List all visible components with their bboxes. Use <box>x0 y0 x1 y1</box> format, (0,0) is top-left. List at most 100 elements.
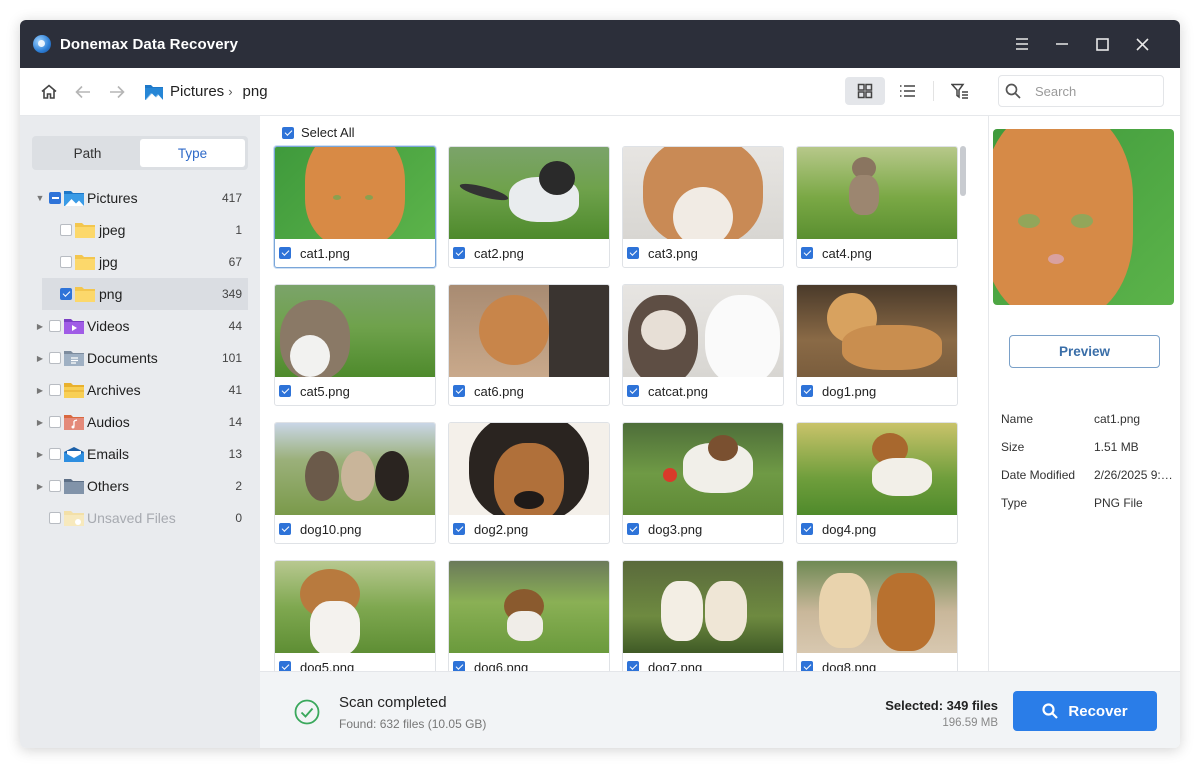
checkbox-pictures[interactable] <box>49 192 61 204</box>
file-card[interactable]: dog4.png <box>796 422 958 544</box>
search-input[interactable] <box>1035 83 1145 99</box>
file-checkbox[interactable] <box>801 385 813 397</box>
file-card[interactable]: cat2.png <box>448 146 610 268</box>
tree-item-videos[interactable]: ▶ Videos 44 <box>20 310 260 342</box>
checkbox-jpeg[interactable] <box>60 224 72 236</box>
tree-count: 44 <box>228 319 242 333</box>
tree-item-unsaved-files[interactable]: Unsaved Files 0 <box>20 502 260 534</box>
filter-button[interactable] <box>940 77 980 105</box>
list-view-button[interactable] <box>887 77 927 105</box>
file-checkbox[interactable] <box>453 523 465 535</box>
tab-type[interactable]: Type <box>140 139 245 167</box>
select-all-checkbox[interactable]: Select All <box>282 125 354 140</box>
file-checkbox[interactable] <box>453 661 465 671</box>
file-checkbox[interactable] <box>627 385 639 397</box>
tree-item-archives[interactable]: ▶ Archives 41 <box>20 374 260 406</box>
tree-item-documents[interactable]: ▶ Documents 101 <box>20 342 260 374</box>
breadcrumb-png[interactable]: png <box>243 83 268 100</box>
file-checkbox[interactable] <box>279 247 291 259</box>
file-card[interactable]: cat5.png <box>274 284 436 406</box>
back-button[interactable] <box>66 75 100 109</box>
file-card[interactable]: cat1.png <box>274 146 436 268</box>
toolbar-divider <box>933 81 934 101</box>
checkbox-audios[interactable] <box>49 416 61 428</box>
checkbox-emails[interactable] <box>49 448 61 460</box>
tree-item-emails[interactable]: ▶ Emails 13 <box>20 438 260 470</box>
preview-button[interactable]: Preview <box>1009 335 1160 368</box>
tree-item-others[interactable]: ▶ Others 2 <box>20 470 260 502</box>
tree-label: Others <box>87 478 130 494</box>
arrow-left-icon <box>75 85 90 98</box>
tree-item-pictures[interactable]: ▼ Pictures 417 <box>20 182 260 214</box>
maximize-button[interactable] <box>1082 20 1122 68</box>
pictures-folder-icon <box>64 191 84 206</box>
expand-caret-icon[interactable]: ▶ <box>35 482 45 491</box>
tree-label: Unsaved Files <box>87 510 176 526</box>
expand-caret-icon[interactable]: ▶ <box>35 418 45 427</box>
sidebar: Path Type ▼ Pictures 417 jpeg 1 jpg 67 p… <box>20 116 260 748</box>
file-card[interactable]: dog7.png <box>622 560 784 671</box>
file-card[interactable]: dog1.png <box>796 284 958 406</box>
file-name: dog1.png <box>822 383 877 399</box>
tab-path[interactable]: Path <box>35 139 140 167</box>
checkbox-archives[interactable] <box>49 384 61 396</box>
expand-caret-icon[interactable]: ▶ <box>35 354 45 363</box>
file-card[interactable]: dog10.png <box>274 422 436 544</box>
file-card[interactable]: dog8.png <box>796 560 958 671</box>
search-box[interactable] <box>998 75 1164 107</box>
file-card-label: cat2.png <box>449 239 609 267</box>
recover-button[interactable]: Recover <box>1013 691 1157 731</box>
file-checkbox[interactable] <box>453 247 465 259</box>
grid-view-button[interactable] <box>845 77 885 105</box>
grid-scrollbar[interactable] <box>960 146 966 196</box>
tree-item-jpg[interactable]: jpg 67 <box>20 246 260 278</box>
minimize-button[interactable] <box>1042 20 1082 68</box>
select-all-check-icon[interactable] <box>282 126 294 139</box>
file-checkbox[interactable] <box>801 523 813 535</box>
file-checkbox[interactable] <box>801 661 813 671</box>
home-button[interactable] <box>32 75 66 109</box>
file-checkbox[interactable] <box>453 385 465 397</box>
file-name: cat2.png <box>474 245 524 261</box>
checkbox-others[interactable] <box>49 480 61 492</box>
file-checkbox[interactable] <box>279 523 291 535</box>
file-checkbox[interactable] <box>627 661 639 671</box>
recover-label: Recover <box>1068 702 1128 720</box>
file-checkbox[interactable] <box>279 385 291 397</box>
expand-caret-icon[interactable]: ▶ <box>35 322 45 331</box>
file-card-label: dog5.png <box>275 653 435 671</box>
checkbox-unsaved-files[interactable] <box>49 512 61 524</box>
tree-item-audios[interactable]: ▶ Audios 14 <box>20 406 260 438</box>
file-checkbox[interactable] <box>627 523 639 535</box>
expand-caret-icon[interactable]: ▶ <box>35 450 45 459</box>
checkbox-videos[interactable] <box>49 320 61 332</box>
breadcrumb-pictures[interactable]: Pictures <box>170 83 224 100</box>
close-button[interactable] <box>1122 20 1162 68</box>
forward-button[interactable] <box>100 75 134 109</box>
expand-caret-icon[interactable]: ▼ <box>35 193 45 203</box>
file-card[interactable]: dog2.png <box>448 422 610 544</box>
tree-item-png[interactable]: png 349 <box>42 278 248 310</box>
file-card[interactable]: cat3.png <box>622 146 784 268</box>
tree-item-jpeg[interactable]: jpeg 1 <box>20 214 260 246</box>
file-card[interactable]: dog3.png <box>622 422 784 544</box>
file-card[interactable]: dog6.png <box>448 560 610 671</box>
videos-folder-icon <box>64 319 84 334</box>
others-folder-icon <box>64 479 84 494</box>
checkbox-documents[interactable] <box>49 352 61 364</box>
checkbox-jpg[interactable] <box>60 256 72 268</box>
thumbnail-image <box>623 147 783 239</box>
file-checkbox[interactable] <box>627 247 639 259</box>
expand-caret-icon[interactable]: ▶ <box>35 386 45 395</box>
checkbox-png[interactable] <box>60 288 72 300</box>
file-checkbox[interactable] <box>801 247 813 259</box>
file-card[interactable]: catcat.png <box>622 284 784 406</box>
file-card[interactable]: cat4.png <box>796 146 958 268</box>
file-checkbox[interactable] <box>279 661 291 671</box>
thumbnail-image <box>275 561 435 653</box>
file-card[interactable]: cat6.png <box>448 284 610 406</box>
menu-button[interactable] <box>1002 20 1042 68</box>
hamburger-menu-icon <box>1016 38 1028 50</box>
file-card[interactable]: dog5.png <box>274 560 436 671</box>
file-name: dog2.png <box>474 521 529 537</box>
